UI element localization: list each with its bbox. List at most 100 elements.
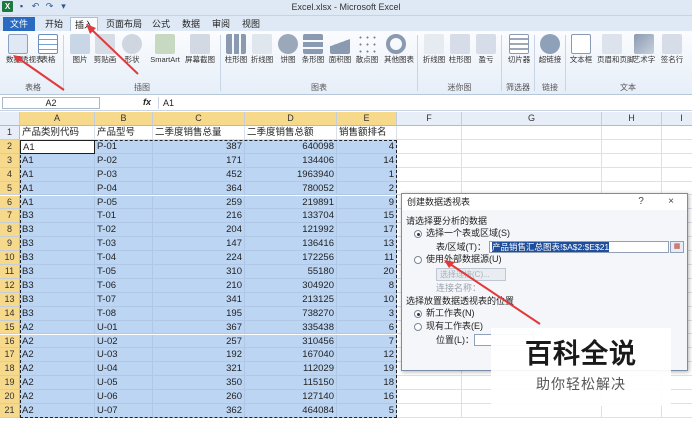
cell-f21[interactable]: [397, 404, 462, 418]
cell-d19[interactable]: 115150: [245, 376, 337, 391]
shapes-button[interactable]: 形状: [120, 34, 144, 78]
line-chart-button[interactable]: 折线图: [250, 34, 274, 78]
cell-f3[interactable]: [397, 153, 462, 168]
cell-d12[interactable]: 304920: [245, 278, 337, 293]
cell-a18[interactable]: A2: [20, 362, 95, 377]
textbox-button[interactable]: 文本框: [569, 34, 593, 78]
cell-a5[interactable]: A1: [20, 181, 95, 196]
row-header-3[interactable]: 3: [0, 153, 20, 168]
cell-d6[interactable]: 219891: [245, 195, 337, 210]
row-header-6[interactable]: 6: [0, 195, 20, 210]
cell-d7[interactable]: 133704: [245, 209, 337, 224]
cell-f19[interactable]: [397, 376, 462, 391]
cell-h21[interactable]: [602, 404, 662, 418]
cell-d10[interactable]: 172256: [245, 251, 337, 265]
column-header-c[interactable]: C: [153, 112, 245, 126]
row-header-13[interactable]: 13: [0, 292, 20, 307]
select-all-corner[interactable]: [0, 112, 20, 126]
cell-a19[interactable]: A2: [20, 376, 95, 391]
sparkline-column-button[interactable]: 柱形图: [448, 34, 472, 78]
cell-i21[interactable]: [662, 404, 692, 418]
cell-a11[interactable]: B3: [20, 265, 95, 279]
cell-e5[interactable]: 2: [337, 181, 397, 196]
cell-b20[interactable]: U-06: [95, 390, 153, 404]
cell-c3[interactable]: 171: [153, 153, 245, 168]
row-header-21[interactable]: 21: [0, 404, 20, 418]
cell-c17[interactable]: 192: [153, 348, 245, 363]
cell-c6[interactable]: 259: [153, 195, 245, 210]
cell-i3[interactable]: [662, 154, 692, 168]
cell-b18[interactable]: U-04: [95, 362, 153, 377]
cell-d21[interactable]: 464084: [245, 404, 337, 418]
cell-e1[interactable]: 销售额排名: [337, 126, 397, 140]
cell-d2[interactable]: 640098: [245, 139, 337, 154]
cell-c10[interactable]: 224: [153, 251, 245, 265]
cell-c8[interactable]: 204: [153, 223, 245, 238]
row-header-2[interactable]: 2: [0, 139, 20, 154]
row-header-1[interactable]: 1: [0, 126, 20, 140]
slicer-button[interactable]: 切片器: [505, 34, 533, 78]
cell-c21[interactable]: 362: [153, 404, 245, 418]
cell-g3[interactable]: [462, 153, 602, 168]
formula-input[interactable]: A1: [158, 97, 690, 109]
cell-a21[interactable]: A2: [20, 404, 95, 418]
cell-d9[interactable]: 136416: [245, 237, 337, 252]
cell-f20[interactable]: [397, 390, 462, 404]
cell-e21[interactable]: 5: [337, 404, 397, 418]
range-picker-icon[interactable]: ▦: [670, 241, 684, 253]
cell-f2[interactable]: [397, 139, 462, 154]
cell-c12[interactable]: 210: [153, 278, 245, 293]
wordart-button[interactable]: 艺术字: [632, 34, 656, 78]
row-header-10[interactable]: 10: [0, 251, 20, 265]
clip-art-button[interactable]: 剪贴画: [93, 34, 117, 78]
row-header-8[interactable]: 8: [0, 223, 20, 238]
cell-d3[interactable]: 134406: [245, 153, 337, 168]
column-header-b[interactable]: B: [95, 112, 153, 126]
radio-existing-worksheet[interactable]: [414, 323, 422, 331]
cell-d5[interactable]: 780052: [245, 181, 337, 196]
cell-b7[interactable]: T-01: [95, 209, 153, 224]
cell-b15[interactable]: U-01: [95, 320, 153, 335]
cell-d4[interactable]: 1963940: [245, 167, 337, 182]
radio-select-range[interactable]: [414, 230, 422, 238]
cell-c4[interactable]: 452: [153, 167, 245, 182]
cell-a2[interactable]: A1: [20, 139, 95, 154]
tab-home[interactable]: 开始: [40, 17, 68, 31]
cell-h2[interactable]: [602, 139, 662, 154]
cell-a13[interactable]: B3: [20, 292, 95, 307]
cell-e20[interactable]: 16: [337, 390, 397, 404]
cell-d20[interactable]: 127140: [245, 390, 337, 404]
cell-c18[interactable]: 321: [153, 362, 245, 377]
cell-b21[interactable]: U-07: [95, 404, 153, 418]
cell-c11[interactable]: 310: [153, 265, 245, 279]
row-header-19[interactable]: 19: [0, 376, 20, 391]
tab-review[interactable]: 审阅: [208, 17, 234, 31]
cell-b3[interactable]: P-02: [95, 153, 153, 168]
cell-e13[interactable]: 10: [337, 292, 397, 307]
area-chart-button[interactable]: 面积图: [328, 34, 352, 78]
name-box[interactable]: A2: [2, 97, 100, 109]
cell-d14[interactable]: 738270: [245, 306, 337, 321]
cell-a8[interactable]: B3: [20, 223, 95, 238]
column-header-a[interactable]: A: [20, 112, 95, 126]
cell-d16[interactable]: 310456: [245, 334, 337, 349]
cell-a14[interactable]: B3: [20, 306, 95, 321]
cell-c19[interactable]: 350: [153, 376, 245, 391]
cell-b1[interactable]: 产品型号: [95, 126, 153, 140]
sparkline-line-button[interactable]: 折线图: [422, 34, 446, 78]
cell-a10[interactable]: B3: [20, 251, 95, 265]
cell-a9[interactable]: B3: [20, 237, 95, 252]
tab-insert[interactable]: 插入: [70, 17, 98, 31]
cell-e19[interactable]: 18: [337, 376, 397, 391]
cell-a17[interactable]: A2: [20, 348, 95, 363]
cell-e15[interactable]: 6: [337, 320, 397, 335]
radio-external-source[interactable]: [414, 256, 422, 264]
cell-b8[interactable]: T-02: [95, 223, 153, 238]
column-header-g[interactable]: G: [462, 112, 602, 126]
cell-e11[interactable]: 20: [337, 265, 397, 279]
cell-e6[interactable]: 9: [337, 195, 397, 210]
cell-e8[interactable]: 17: [337, 223, 397, 238]
tab-view[interactable]: 视图: [238, 17, 264, 31]
cell-a3[interactable]: A1: [20, 153, 95, 168]
cell-c20[interactable]: 260: [153, 390, 245, 404]
